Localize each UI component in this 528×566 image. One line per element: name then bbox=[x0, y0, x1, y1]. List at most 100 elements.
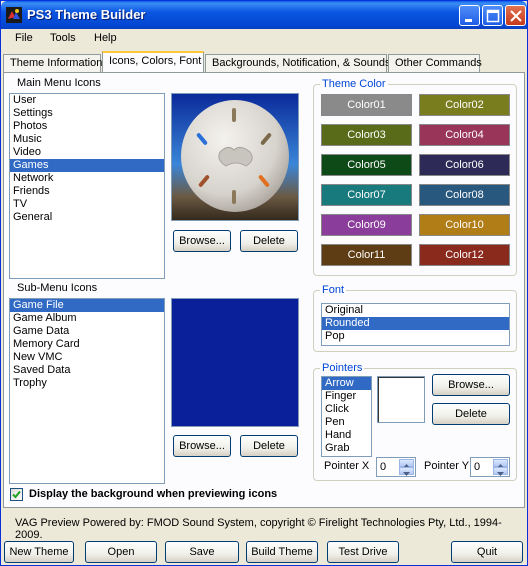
list-item[interactable]: General bbox=[10, 211, 164, 224]
menu-tools[interactable]: Tools bbox=[50, 32, 76, 44]
font-list[interactable]: Original Rounded Pop bbox=[321, 303, 510, 346]
color03-button[interactable]: Color03 bbox=[321, 124, 412, 146]
test-drive-button[interactable]: Test Drive bbox=[327, 541, 399, 563]
pointer-preview bbox=[377, 376, 425, 423]
title-bar[interactable]: PS3 Theme Builder bbox=[1, 1, 527, 29]
color10-button[interactable]: Color10 bbox=[419, 214, 510, 236]
list-item[interactable]: Hand bbox=[322, 429, 371, 442]
pointers-group: Pointers Arrow Finger Click Pen Hand Gra… bbox=[313, 362, 517, 481]
pointer-y-value: 0 bbox=[474, 461, 481, 473]
sand-dollar-icon bbox=[172, 94, 298, 220]
list-item[interactable]: Music bbox=[10, 133, 164, 146]
list-item[interactable]: Pop bbox=[322, 330, 509, 343]
app-window: PS3 Theme Builder File Tools Help Theme … bbox=[0, 0, 528, 566]
list-item[interactable]: Network bbox=[10, 172, 164, 185]
window-title: PS3 Theme Builder bbox=[27, 7, 146, 22]
color08-button[interactable]: Color08 bbox=[419, 184, 510, 206]
list-item[interactable]: Settings bbox=[10, 107, 164, 120]
app-logo-icon bbox=[6, 7, 22, 23]
list-item[interactable]: Saved Data bbox=[10, 364, 164, 377]
close-icon bbox=[510, 10, 522, 22]
main-delete-button[interactable]: Delete bbox=[240, 230, 298, 252]
pointer-x-label: Pointer X bbox=[324, 460, 370, 472]
sub-icon-preview bbox=[171, 298, 299, 427]
menu-bar: File Tools Help bbox=[2, 29, 527, 49]
spin-down-icon[interactable] bbox=[493, 467, 508, 476]
list-item[interactable]: Friends bbox=[10, 185, 164, 198]
list-item[interactable]: Video bbox=[10, 146, 164, 159]
spin-down-icon[interactable] bbox=[399, 467, 414, 476]
list-item[interactable]: Grab bbox=[322, 442, 371, 455]
list-item[interactable]: Finger bbox=[322, 390, 371, 403]
display-background-label: Display the background when previewing i… bbox=[29, 488, 278, 500]
list-item[interactable]: Pen bbox=[322, 416, 371, 429]
list-item[interactable]: User bbox=[10, 94, 164, 107]
list-item-selected[interactable]: Games bbox=[10, 159, 164, 172]
color11-button[interactable]: Color11 bbox=[321, 244, 412, 266]
minimize-icon bbox=[465, 19, 472, 22]
list-item[interactable]: New VMC bbox=[10, 351, 164, 364]
pointer-x-spinner[interactable]: 0 bbox=[376, 457, 416, 477]
close-button[interactable] bbox=[505, 5, 526, 26]
color05-button[interactable]: Color05 bbox=[321, 154, 412, 176]
list-item[interactable]: Click bbox=[322, 403, 371, 416]
tab-icons-colors-font[interactable]: Icons, Colors, Font bbox=[102, 51, 204, 73]
color01-button[interactable]: Color01 bbox=[321, 94, 412, 116]
spin-up-icon[interactable] bbox=[493, 459, 508, 468]
sub-menu-icons-label: Sub-Menu Icons bbox=[17, 282, 98, 294]
font-title: Font bbox=[320, 284, 347, 296]
list-item[interactable]: Original bbox=[322, 304, 509, 317]
minimize-button[interactable] bbox=[459, 5, 480, 26]
font-group: Font Original Rounded Pop bbox=[313, 284, 517, 352]
tab-panel: Main Menu Icons User Settings Photos Mus… bbox=[3, 72, 525, 508]
main-menu-icons-label: Main Menu Icons bbox=[17, 77, 101, 89]
pointer-browse-button[interactable]: Browse... bbox=[432, 374, 510, 396]
new-theme-button[interactable]: New Theme bbox=[4, 541, 74, 563]
pointer-y-label: Pointer Y bbox=[424, 460, 470, 472]
sub-menu-icons-list[interactable]: Game File Game Album Game Data Memory Ca… bbox=[9, 298, 165, 484]
maximize-button[interactable] bbox=[482, 5, 503, 26]
checkmark-icon bbox=[12, 490, 21, 499]
color04-button[interactable]: Color04 bbox=[419, 124, 510, 146]
theme-color-title: Theme Color bbox=[320, 78, 388, 90]
list-item[interactable]: Game Data bbox=[10, 325, 164, 338]
color06-button[interactable]: Color06 bbox=[419, 154, 510, 176]
list-item[interactable]: Photos bbox=[10, 120, 164, 133]
tab-theme-information[interactable]: Theme Information bbox=[3, 54, 102, 72]
save-button[interactable]: Save bbox=[165, 541, 239, 563]
list-item[interactable]: TV bbox=[10, 198, 164, 211]
menu-file[interactable]: File bbox=[15, 32, 33, 44]
spin-up-icon[interactable] bbox=[399, 459, 414, 468]
build-theme-button[interactable]: Build Theme bbox=[246, 541, 318, 563]
main-icon-preview bbox=[171, 93, 299, 221]
pointer-y-spinner[interactable]: 0 bbox=[470, 457, 510, 477]
color07-button[interactable]: Color07 bbox=[321, 184, 412, 206]
main-menu-icons-list[interactable]: User Settings Photos Music Video Games N… bbox=[9, 93, 165, 279]
quit-button[interactable]: Quit bbox=[451, 541, 523, 563]
pointers-title: Pointers bbox=[320, 362, 365, 374]
pointer-x-value: 0 bbox=[380, 461, 387, 473]
list-item-selected[interactable]: Rounded bbox=[322, 317, 509, 330]
display-background-checkbox[interactable] bbox=[10, 488, 23, 501]
list-item[interactable]: Memory Card bbox=[10, 338, 164, 351]
list-item[interactable]: Trophy bbox=[10, 377, 164, 390]
color02-button[interactable]: Color02 bbox=[419, 94, 510, 116]
list-item[interactable]: Game Album bbox=[10, 312, 164, 325]
tab-other-commands[interactable]: Other Commands bbox=[388, 54, 482, 72]
maximize-icon bbox=[486, 9, 500, 23]
sub-delete-button[interactable]: Delete bbox=[240, 435, 298, 457]
pointers-list[interactable]: Arrow Finger Click Pen Hand Grab bbox=[321, 376, 372, 457]
tab-strip: Theme Information Icons, Colors, Font Ba… bbox=[2, 51, 527, 73]
footer-copyright: VAG Preview Powered by: FMOD Sound Syste… bbox=[15, 517, 502, 541]
open-button[interactable]: Open bbox=[85, 541, 157, 563]
color12-button[interactable]: Color12 bbox=[419, 244, 510, 266]
sub-browse-button[interactable]: Browse... bbox=[173, 435, 231, 457]
list-item-selected[interactable]: Arrow bbox=[322, 377, 371, 390]
color09-button[interactable]: Color09 bbox=[321, 214, 412, 236]
menu-help[interactable]: Help bbox=[94, 32, 117, 44]
list-item-selected[interactable]: Game File bbox=[10, 299, 164, 312]
tab-backgrounds-notification-sounds[interactable]: Backgrounds, Notification, & Sounds bbox=[205, 54, 391, 72]
theme-color-group: Theme Color Color01 Color02 Color03 Colo… bbox=[313, 78, 517, 276]
pointer-delete-button[interactable]: Delete bbox=[432, 403, 510, 425]
main-browse-button[interactable]: Browse... bbox=[173, 230, 231, 252]
